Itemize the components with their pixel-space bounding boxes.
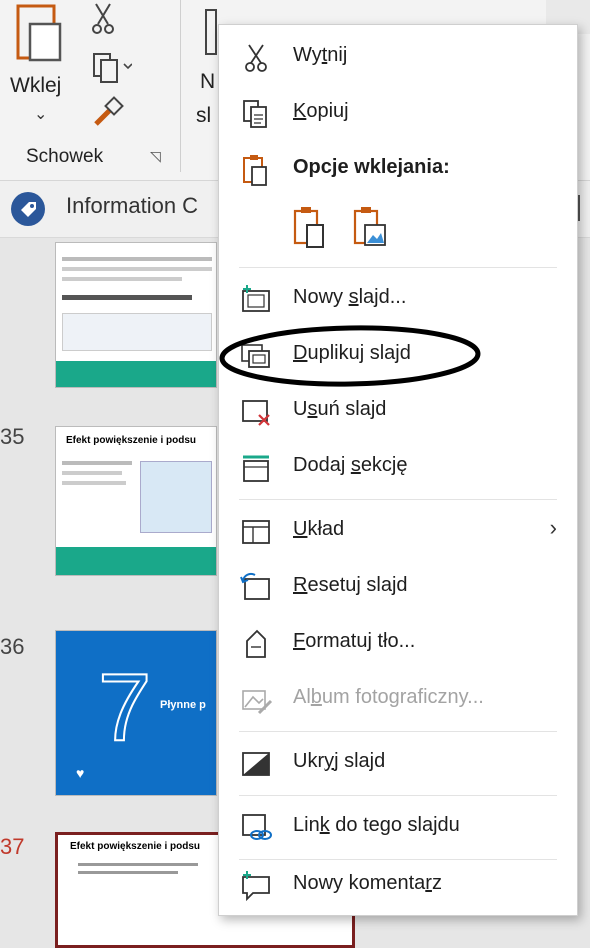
add-section-icon [243,455,269,482]
context-menu: Wytnij Kopiuj Opcje wklejania: Nowy slaj… [218,24,578,916]
paste-button[interactable]: Wklej ⌄ [8,2,82,144]
slide-number-36: 36 [0,634,25,659]
submenu-arrow-icon: › [549,515,557,540]
link-slide-icon [242,814,272,840]
menu-label-copy: Kopiuj [293,100,349,122]
menu-label-layout: Układ [293,518,345,540]
layout-icon [242,520,270,544]
copy-icon[interactable] [92,50,132,84]
paste-icon [243,155,267,186]
hide-slide-icon [242,752,270,776]
menu-item-hide-slide[interactable]: Ukryj slajd [219,735,577,791]
paste-option-use-destination[interactable] [289,203,329,251]
format-background-icon [246,629,266,658]
slide-thumbnail-34[interactable] [55,242,217,388]
menu-label-paste-options: Opcje wklejania: [293,156,450,178]
new-comment-icon [242,871,270,902]
new-slide-icon[interactable] [200,4,220,56]
menu-item-new-comment[interactable]: Nowy komentarz [219,857,577,913]
heart-logo-icon: ♥ [76,765,85,781]
scissors-icon [245,44,267,72]
paste-icon [16,4,62,62]
sensitivity-label: Information C [66,193,199,218]
ribbon-separator [180,0,181,172]
slide-36-number-graphic: 7 [97,653,152,762]
chevron-down-icon[interactable]: ⌄ [34,104,47,124]
delete-slide-icon [242,400,270,426]
menu-separator [239,731,557,732]
new-slide-icon [242,285,270,312]
menu-label-new-slide: Nowy slajd... [293,286,407,308]
menu-label-photo-album: Album fotograficzny... [293,686,484,708]
paste-label: Wklej [10,74,62,97]
copy-icon [243,100,267,128]
menu-item-reset-slide[interactable]: Resetuj slajd [219,559,577,615]
menu-item-cut[interactable]: Wytnij [219,29,577,85]
menu-item-add-section[interactable]: Dodaj sekcję [219,439,577,495]
menu-item-link-to-slide[interactable]: Link do tego slajdu [219,799,577,855]
menu-label-hide-slide: Ukryj slajd [293,750,386,772]
menu-item-format-background[interactable]: Formatuj tło... [219,615,577,671]
menu-item-photo-album: Album fotograficzny... [219,671,577,727]
slide-number-37: 37 [0,834,25,859]
slide-thumbnail-36[interactable]: 7 Płynne p ♥ [55,630,217,796]
paste-keep-icon [293,207,324,248]
menu-item-layout[interactable]: Układ › [219,503,577,559]
paste-option-picture[interactable] [349,203,389,251]
photo-album-icon [242,690,273,715]
menu-label-reset-slide: Resetuj slajd [293,574,408,596]
slide-36-title: Płynne p [160,699,206,711]
slide-number-35: 35 [0,424,25,449]
menu-label-delete-slide: Usuń slajd [293,398,387,420]
dialog-launcher-icon[interactable]: ◹ [150,148,161,165]
new-slide-label-partial-2[interactable]: sl [196,104,211,128]
tag-icon [11,192,45,226]
annotation-ellipse [219,325,481,387]
slide-37-title: Efekt powiększenie i podsu [70,841,201,852]
slide-thumbnail-35[interactable]: Efekt powiększenie i podsu [55,426,217,576]
slide-35-title: Efekt powiększenie i podsu [66,435,197,446]
menu-label-link-to-slide: Link do tego slajdu [293,814,460,836]
paste-picture-icon [353,207,386,246]
clipboard-group-label: Schowek [26,146,104,167]
menu-label-cut: Wytnij [293,44,348,66]
new-slide-label-partial[interactable]: N [200,70,215,94]
format-painter-icon[interactable] [90,96,124,130]
menu-separator [239,795,557,796]
reset-slide-icon [240,572,270,600]
cut-icon[interactable] [90,2,116,36]
menu-separator [239,267,557,268]
menu-item-paste-options: Opcje wklejania: [219,141,577,197]
menu-label-format-background: Formatuj tło... [293,630,416,652]
menu-label-new-comment: Nowy komentarz [293,872,442,894]
menu-label-add-section: Dodaj sekcję [293,454,408,476]
menu-separator [239,499,557,500]
menu-item-copy[interactable]: Kopiuj [219,85,577,141]
